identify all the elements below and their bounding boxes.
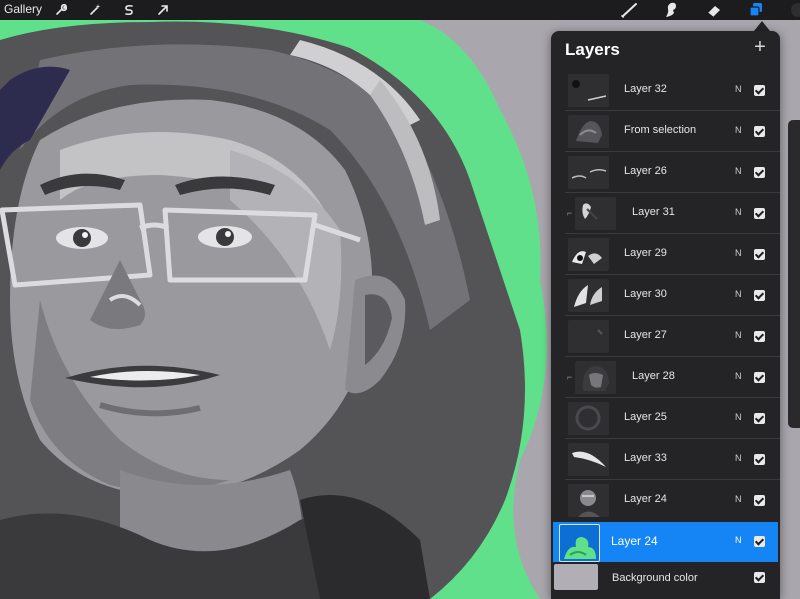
- visibility-checkbox[interactable]: [754, 126, 765, 137]
- layer-thumbnail: [568, 115, 609, 148]
- layer-row[interactable]: Layer 33 N: [551, 440, 780, 480]
- row-divider: [565, 151, 780, 152]
- layer-row[interactable]: Layer 30 N: [551, 276, 780, 316]
- layer-name: Layer 27: [624, 329, 667, 341]
- row-divider: [565, 356, 780, 357]
- layers-panel: Layers + Layer 32 N From selection N Lay…: [551, 31, 780, 599]
- layers-panel-title: Layers: [565, 40, 620, 59]
- transform-arrow-icon[interactable]: [153, 0, 173, 20]
- layer-name: Layer 33: [624, 452, 667, 464]
- layer-row[interactable]: ⌐ Layer 31 N: [551, 194, 780, 234]
- layer-name: Layer 26: [624, 165, 667, 177]
- layer-thumbnail: [568, 238, 609, 271]
- blend-mode-button[interactable]: N: [735, 371, 742, 381]
- layer-name: From selection: [624, 124, 697, 136]
- layer-thumbnail: [568, 156, 609, 189]
- blend-mode-button[interactable]: N: [735, 125, 742, 135]
- visibility-checkbox[interactable]: [754, 495, 765, 506]
- layer-name: Layer 28: [632, 370, 675, 382]
- selection-icon[interactable]: [119, 0, 139, 20]
- layer-thumbnail: [575, 197, 616, 230]
- visibility-checkbox[interactable]: [754, 536, 765, 547]
- visibility-checkbox[interactable]: [754, 208, 765, 219]
- row-divider: [565, 192, 780, 193]
- layer-name: Layer 32: [624, 83, 667, 95]
- wrench-icon[interactable]: [51, 0, 71, 20]
- layer-thumbnail: [568, 443, 609, 476]
- layer-row[interactable]: Layer 27 N: [551, 317, 780, 357]
- visibility-checkbox[interactable]: [754, 249, 765, 260]
- panel-pointer: [754, 21, 770, 31]
- brush-icon[interactable]: [617, 0, 643, 20]
- layer-row[interactable]: Layer 29 N: [551, 235, 780, 275]
- layer-name: Layer 24: [611, 534, 658, 548]
- blend-mode-button[interactable]: N: [735, 166, 742, 176]
- layer-row-selected[interactable]: Layer 24 N: [553, 522, 778, 562]
- visibility-checkbox[interactable]: [754, 454, 765, 465]
- blend-mode-button[interactable]: N: [735, 207, 742, 217]
- row-divider: [565, 233, 780, 234]
- blend-mode-button[interactable]: N: [735, 535, 742, 545]
- color-swatch[interactable]: [785, 0, 800, 20]
- gallery-button[interactable]: Gallery: [4, 1, 42, 17]
- layer-thumbnail: [568, 484, 609, 517]
- layer-row[interactable]: From selection N: [551, 112, 780, 152]
- layer-row[interactable]: Layer 26 N: [551, 153, 780, 193]
- layer-row[interactable]: Layer 32 N: [551, 71, 780, 111]
- visibility-checkbox[interactable]: [754, 413, 765, 424]
- blend-mode-button[interactable]: N: [735, 248, 742, 258]
- magic-wand-icon[interactable]: [85, 0, 105, 20]
- top-toolbar: Gallery: [0, 0, 800, 20]
- layer-thumbnail: [575, 361, 616, 394]
- visibility-checkbox[interactable]: [754, 572, 765, 583]
- background-color-row[interactable]: Background color: [551, 562, 780, 599]
- layer-thumbnail: [559, 524, 600, 562]
- row-divider: [565, 274, 780, 275]
- blend-mode-button[interactable]: N: [735, 412, 742, 422]
- visibility-checkbox[interactable]: [754, 167, 765, 178]
- blend-mode-button[interactable]: N: [735, 84, 742, 94]
- layer-row[interactable]: ⌐ Layer 28 N: [551, 358, 780, 398]
- layer-thumbnail: [568, 320, 609, 353]
- add-layer-button[interactable]: +: [750, 37, 770, 57]
- blend-mode-button[interactable]: N: [735, 494, 742, 504]
- layer-name: Layer 31: [632, 206, 675, 218]
- layer-row[interactable]: Layer 24 N: [551, 481, 780, 521]
- row-divider: [565, 110, 780, 111]
- blend-mode-button[interactable]: N: [735, 453, 742, 463]
- layer-name: Background color: [612, 572, 698, 584]
- row-divider: [565, 315, 780, 316]
- visibility-checkbox[interactable]: [754, 372, 765, 383]
- layer-name: Layer 29: [624, 247, 667, 259]
- eraser-icon[interactable]: [701, 0, 727, 20]
- visibility-checkbox[interactable]: [754, 290, 765, 301]
- layers-icon[interactable]: [743, 0, 769, 20]
- layer-thumbnail: [568, 279, 609, 312]
- row-divider: [565, 397, 780, 398]
- smudge-icon[interactable]: [658, 0, 684, 20]
- visibility-checkbox[interactable]: [754, 85, 765, 96]
- layer-name: Layer 24: [624, 493, 667, 505]
- row-divider: [565, 479, 780, 480]
- layer-row[interactable]: Layer 25 N: [551, 399, 780, 439]
- layer-name: Layer 30: [624, 288, 667, 300]
- layer-thumbnail: [568, 74, 609, 107]
- clipping-mask-icon: ⌐: [567, 372, 573, 382]
- blend-mode-button[interactable]: N: [735, 289, 742, 299]
- background-color-swatch: [554, 564, 598, 590]
- visibility-checkbox[interactable]: [754, 331, 765, 342]
- side-adjust-bar[interactable]: [788, 120, 800, 428]
- row-divider: [565, 438, 780, 439]
- layer-name: Layer 25: [624, 411, 667, 423]
- clipping-mask-icon: ⌐: [567, 208, 573, 218]
- blend-mode-button[interactable]: N: [735, 330, 742, 340]
- layer-thumbnail: [568, 402, 609, 435]
